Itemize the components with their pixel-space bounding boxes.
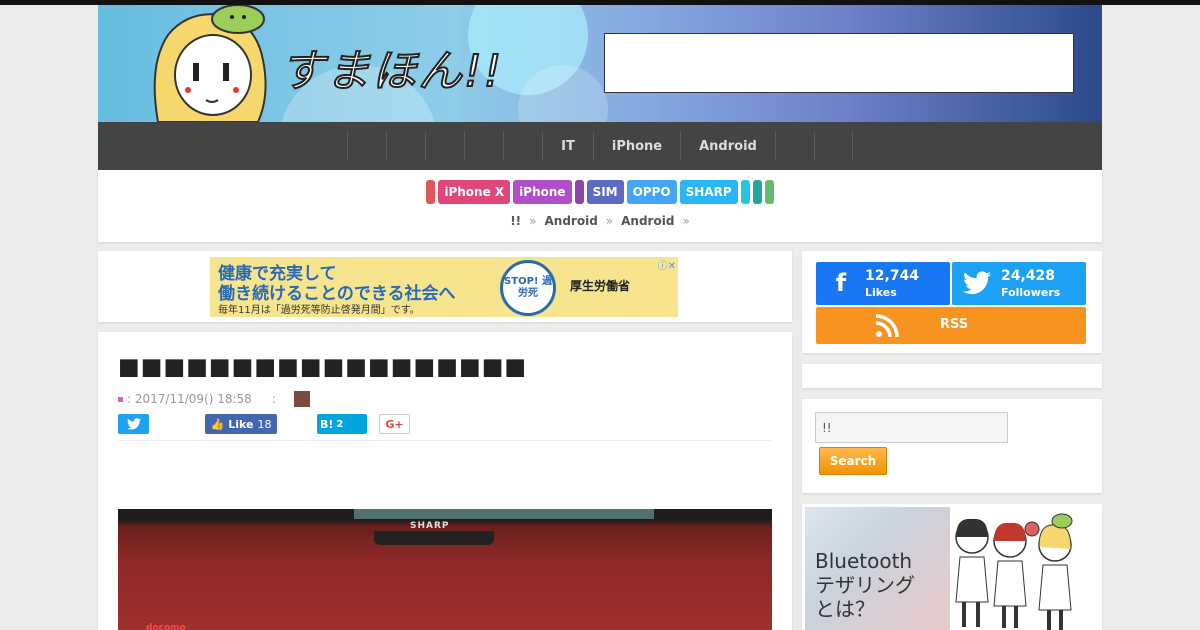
twitter-icon [126,418,141,430]
author-avatar[interactable] [293,391,310,407]
nav-item[interactable] [503,132,542,160]
article-meta: : 2017/11/09() 18:58 : [118,391,310,407]
ad-banner[interactable]: 健康で充実して 働き続けることのできる社会へ 毎年11月は「過労死等防止啓発月間… [210,257,678,317]
divider [118,440,772,441]
tag-item[interactable] [740,180,750,204]
breadcrumb-item[interactable]: Android [621,214,674,228]
facebook-icon: f [835,269,847,297]
twitter-label: Followers [1001,286,1061,299]
nav-item[interactable] [347,132,386,160]
promo-image[interactable]: Bluetooth テザリング とは？ [805,507,950,630]
social-widget: f 12,744 Likes 24,428 Followers RSS [802,251,1102,353]
twitter-count: 24,428 [1001,268,1056,284]
article-date: : 2017/11/09() 18:58 [127,392,252,406]
tag-item[interactable] [426,180,436,204]
date-icon [118,396,123,402]
tag-list: iPhone XiPhone SIM OPPO SHARP [98,180,1102,204]
tag-item[interactable]: SIM [586,180,624,204]
tag-item[interactable]: iPhone X [438,180,511,204]
promo-characters-image[interactable] [950,507,1100,630]
breadcrumb-item[interactable]: Android [545,214,598,228]
nav-item[interactable] [774,132,814,160]
search-button[interactable]: Search [819,447,887,475]
nav-item[interactable] [386,132,425,160]
like-label: Like [228,417,254,431]
like-count: 18 [257,417,272,431]
facebook-count: 12,744 [865,268,920,284]
tag-area: iPhone XiPhone SIM OPPO SHARP !! » Android … [98,170,1102,242]
nav-item[interactable] [425,132,464,160]
promo-line: テザリング [815,573,915,597]
ad-card: 健康で充実して 働き続けることのできる社会へ 毎年11月は「過労死等防止啓発月間… [98,251,792,322]
breadcrumb: !! » Android » Android » [98,214,1102,228]
rss-icon [872,311,902,341]
tag-item[interactable] [752,180,762,204]
facebook-like-button[interactable]: 👍 Like 18 [205,414,277,434]
ad-close-icon[interactable]: ⓘ✕ [658,257,676,272]
photo-brand: SHARP [410,521,450,531]
promo-line: Bluetooth [815,549,913,573]
thumbs-up-icon: 👍 [210,417,225,431]
breadcrumb-separator: » [605,214,614,228]
site-header: すまほん!! [98,5,1102,122]
promo-text: Bluetooth テザリング とは？ [815,549,915,621]
twitter-follow-button[interactable]: 24,428 Followers [952,262,1086,305]
hatena-count: 2 [336,418,344,430]
tag-item[interactable] [764,180,774,204]
tag-item[interactable]: OPPO [626,180,677,204]
sidebar-widget [802,364,1102,388]
article-card: ■■■■■■■■■■■■■■■■■■ : 2017/11/09() 18:58 … [98,332,792,630]
rss-label: RSS [940,317,969,332]
twitter-share-button[interactable] [118,414,149,434]
mascot-image [153,5,267,122]
tag-item[interactable]: SHARP [679,180,738,204]
photo-carrier: docomo [146,623,186,630]
share-bar: 👍 Like 18 B! 2 G+ [118,414,772,440]
breadcrumb-separator: » [682,214,690,228]
breadcrumb-separator: » [529,214,537,228]
photo-screen [354,509,654,519]
hatena-icon: B! [320,417,334,431]
article-photo[interactable]: SHARP docomo [118,509,772,630]
tag-item[interactable]: iPhone [513,180,572,204]
site-logo[interactable]: すまほん!! [279,35,503,99]
breadcrumb-home[interactable]: !! [510,214,521,228]
stop-badge: STOP! 過労死 [500,260,556,316]
google-plus-button[interactable]: G+ [379,414,410,434]
nav-item-iphone[interactable]: iPhone [592,132,680,160]
hatena-bookmark-button[interactable]: B! 2 [317,414,367,434]
nav-item-it[interactable]: IT [542,132,593,160]
search-input[interactable] [815,412,1008,443]
ministry-logo: 厚生労働省 [570,279,631,293]
author-separator: : [271,392,276,406]
article-title[interactable]: ■■■■■■■■■■■■■■■■■■ [118,354,527,380]
promo-widget: Bluetooth テザリング とは？ [802,504,1102,630]
promo-line: とは？ [815,597,875,621]
facebook-label: Likes [865,286,897,299]
photo-stand [374,531,494,545]
twitter-icon [962,268,992,298]
search-widget: Search [802,399,1102,493]
header-ad-slot[interactable] [604,33,1074,93]
rss-button[interactable]: RSS [816,307,1086,344]
nav-item[interactable] [464,132,503,160]
main-nav: IT iPhone Android [98,122,1102,170]
tag-item[interactable] [574,180,584,204]
nav-item-android[interactable]: Android [680,132,775,160]
facebook-follow-button[interactable]: f 12,744 Likes [816,262,950,305]
nav-item[interactable] [813,132,853,160]
ad-line: 毎年11月は「過労死等防止啓発月間」です。 [218,305,420,316]
